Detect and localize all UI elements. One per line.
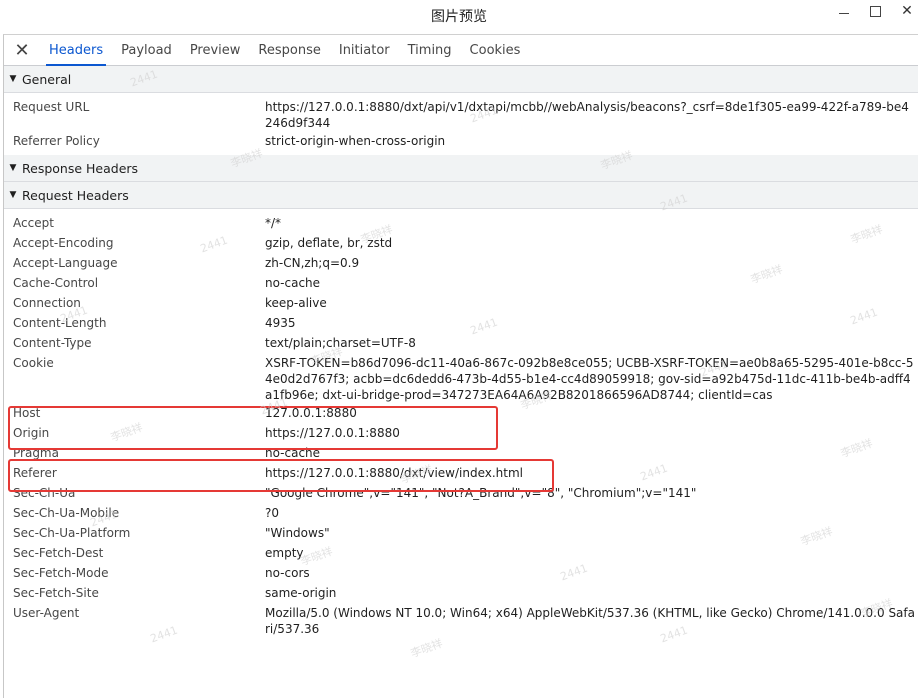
tab-timing[interactable]: Timing — [399, 35, 461, 65]
request-header-rows: Accept */* Accept-Encoding gzip, deflate, b… — [4, 209, 918, 641]
detail-tabs: ✕ Headers Payload Preview Response Initi… — [4, 35, 918, 66]
header-name: Cookie — [13, 356, 54, 370]
header-value: keep-alive — [265, 296, 327, 310]
header-row: Sec-Ch-Ua-Platform "Windows" — [4, 523, 918, 543]
header-value: "Windows" — [265, 526, 330, 540]
header-row: Sec-Fetch-Site same-origin — [4, 583, 918, 603]
header-name: Origin — [13, 426, 50, 440]
header-name: Connection — [13, 296, 81, 310]
header-row: Cookie XSRF-TOKEN=b86d7096-dc11-40a6-867c… — [4, 353, 918, 403]
header-name: Sec-Ch-Ua — [13, 486, 76, 500]
header-row: Sec-Fetch-Dest empty — [4, 543, 918, 563]
header-name: Accept-Encoding — [13, 236, 114, 250]
minimize-button[interactable] — [829, 0, 859, 22]
header-row: Content-Length 4935 — [4, 313, 918, 333]
header-value: Mozilla/5.0 (Windows NT 10.0; Win64; x64… — [265, 606, 915, 636]
close-icon: ✕ — [901, 3, 913, 19]
header-value: https://127.0.0.1:8880 — [265, 426, 400, 440]
header-name: Pragma — [13, 446, 59, 460]
window-title-bar: 图片预览 ✕ — [0, 0, 918, 32]
section-general-header[interactable]: ▼ General — [4, 66, 918, 93]
header-row: Accept-Language zh-CN,zh;q=0.9 — [4, 253, 918, 273]
header-value: no-cache — [265, 276, 321, 290]
triangle-down-icon: ▼ — [9, 163, 17, 173]
maximize-icon — [869, 5, 881, 17]
header-row: User-Agent Mozilla/5.0 (Windows NT 10.0; … — [4, 603, 918, 637]
tab-initiator[interactable]: Initiator — [330, 35, 399, 65]
header-name: Sec-Fetch-Dest — [13, 546, 104, 560]
section-request-headers-header[interactable]: ▼ Request Headers — [4, 182, 918, 209]
header-name: User-Agent — [13, 606, 80, 620]
header-value: empty — [265, 546, 304, 560]
header-row: Content-Type text/plain;charset=UTF-8 — [4, 333, 918, 353]
header-row: Sec-Fetch-Mode no-cors — [4, 563, 918, 583]
header-row: Host 127.0.0.1:8880 — [4, 403, 918, 423]
header-value: text/plain;charset=UTF-8 — [265, 336, 416, 350]
header-row: Sec-Ch-Ua "Google Chrome";v="141", "Not?A… — [4, 483, 918, 503]
tab-response[interactable]: Response — [249, 35, 329, 65]
tab-preview[interactable]: Preview — [181, 35, 250, 65]
section-response-headers-header[interactable]: ▼ Response Headers — [4, 155, 918, 182]
header-name: Content-Type — [13, 336, 92, 350]
window-close-button[interactable]: ✕ — [892, 0, 918, 22]
header-name: Host — [13, 406, 41, 420]
header-value: 127.0.0.1:8880 — [265, 406, 357, 420]
header-row: Referer https://127.0.0.1:8880/dxt/view/i… — [4, 463, 918, 483]
header-value: no-cors — [265, 566, 310, 580]
general-rows: Request URL https://127.0.0.1:8880/dxt/ap… — [4, 93, 918, 155]
section-title: Response Headers — [22, 160, 139, 176]
tab-cookies[interactable]: Cookies — [461, 35, 530, 65]
header-row: Accept-Encoding gzip, deflate, br, zstd — [4, 233, 918, 253]
header-row: Request URL https://127.0.0.1:8880/dxt/ap… — [4, 97, 918, 131]
header-row: Pragma no-cache — [4, 443, 918, 463]
header-value: */* — [265, 216, 282, 230]
header-name: Accept-Language — [13, 256, 118, 270]
window-title: 图片预览 — [431, 9, 487, 25]
close-panel-button[interactable]: ✕ — [4, 35, 40, 65]
header-value: https://127.0.0.1:8880/dxt/view/index.ht… — [265, 466, 524, 480]
section-title: Request Headers — [22, 187, 129, 203]
header-value: XSRF-TOKEN=b86d7096-dc11-40a6-867c-092b8… — [265, 356, 914, 402]
header-row: Origin https://127.0.0.1:8880 — [4, 423, 918, 443]
minimize-icon — [839, 12, 849, 14]
header-name: Sec-Fetch-Site — [13, 586, 99, 600]
header-value: gzip, deflate, br, zstd — [265, 236, 393, 250]
header-value: ?0 — [265, 506, 280, 520]
header-name: Sec-Fetch-Mode — [13, 566, 109, 580]
header-name: Referrer Policy — [13, 134, 100, 148]
header-name: Content-Length — [13, 316, 107, 330]
network-detail-panel: ✕ Headers Payload Preview Response Initi… — [3, 34, 918, 698]
header-row: Accept */* — [4, 213, 918, 233]
header-row: Sec-Ch-Ua-Mobile ?0 — [4, 503, 918, 523]
triangle-down-icon: ▼ — [9, 190, 17, 200]
header-value: strict-origin-when-cross-origin — [265, 134, 446, 148]
header-name: Sec-Ch-Ua-Mobile — [13, 506, 120, 520]
tab-headers[interactable]: Headers — [40, 35, 112, 66]
header-name: Accept — [13, 216, 54, 230]
header-name: Sec-Ch-Ua-Platform — [13, 526, 131, 540]
header-row: Cache-Control no-cache — [4, 273, 918, 293]
header-name: Cache-Control — [13, 276, 99, 290]
header-value: same-origin — [265, 586, 337, 600]
header-value: zh-CN,zh;q=0.9 — [265, 256, 360, 270]
header-value: https://127.0.0.1:8880/dxt/api/v1/dxtapi… — [265, 100, 909, 130]
header-value: "Google Chrome";v="141", "Not?A_Brand";v… — [265, 486, 697, 500]
header-value: 4935 — [265, 316, 296, 330]
close-icon: ✕ — [14, 39, 30, 61]
header-value: no-cache — [265, 446, 321, 460]
header-row: Referrer Policy strict-origin-when-cross-… — [4, 131, 918, 151]
header-name: Referer — [13, 466, 57, 480]
header-row: Connection keep-alive — [4, 293, 918, 313]
header-name: Request URL — [13, 100, 90, 114]
triangle-down-icon: ▼ — [9, 74, 17, 84]
maximize-button[interactable] — [860, 0, 890, 22]
section-title: General — [22, 71, 72, 87]
tab-payload[interactable]: Payload — [112, 35, 181, 65]
